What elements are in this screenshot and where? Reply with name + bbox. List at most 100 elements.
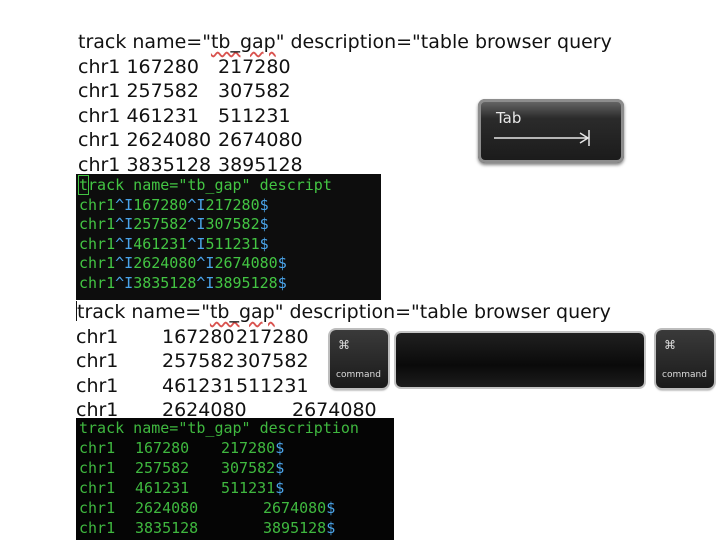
left-command-key: ⌘ command bbox=[330, 330, 388, 388]
tab-marker: ^I bbox=[196, 273, 215, 292]
end-cell: 307582 bbox=[205, 215, 260, 234]
end-cell: 217280 bbox=[236, 325, 309, 348]
tab-marker: ^I bbox=[196, 254, 215, 273]
end-cell: 307582 bbox=[218, 80, 291, 102]
eol-marker: $ bbox=[275, 479, 285, 497]
chr-cell: chr1 bbox=[79, 234, 116, 253]
start-cell: 3835128 bbox=[133, 273, 197, 292]
terminal-row: chr1 461231 511231 $ bbox=[79, 478, 394, 498]
eol-marker: $ bbox=[326, 499, 336, 517]
chr-cell: chr1 bbox=[79, 439, 116, 457]
eol-marker: $ bbox=[277, 273, 287, 292]
chr-cell: chr1 bbox=[78, 104, 121, 127]
command-symbol-icon: ⌘ bbox=[338, 338, 350, 352]
space-bar-key bbox=[396, 333, 644, 387]
chr-cell: chr1 bbox=[78, 80, 121, 102]
keyboard-image: ⌘ command ⌘ command bbox=[326, 330, 718, 392]
start-cell: 2624080 bbox=[126, 129, 212, 151]
chr-cell: chr1 bbox=[76, 350, 119, 372]
chr-cell: chr1 bbox=[79, 254, 116, 273]
vim-row: chr1^I3835128^I3895128$ bbox=[79, 274, 381, 294]
start-cell: 257582 bbox=[133, 215, 188, 234]
track-header-part1: track name=" bbox=[78, 31, 211, 53]
track-header-part2: " description="table browser query bbox=[274, 301, 611, 323]
chr-cell: chr1 bbox=[78, 55, 121, 78]
terminal-header-line: track name="tb_gap" description bbox=[79, 419, 359, 437]
track-header-line: track name="tb_gap" description="table b… bbox=[76, 300, 611, 325]
vim-cursor: t bbox=[77, 175, 90, 195]
command-symbol-icon: ⌘ bbox=[664, 338, 676, 352]
vim-row: chr1^I461231^I511231$ bbox=[79, 235, 381, 255]
tab-marker: ^I bbox=[115, 195, 134, 214]
tab-key-image: Tab bbox=[472, 96, 632, 169]
start-cell: 461231 bbox=[162, 374, 235, 397]
chr-cell: chr1 bbox=[79, 519, 116, 537]
tab-keycap: Tab bbox=[478, 99, 624, 163]
chr-cell: chr1 bbox=[79, 459, 116, 477]
chr-cell: chr1 bbox=[79, 499, 116, 517]
terminal-row: chr1 167280 217280 $ bbox=[79, 438, 394, 458]
chr-cell: chr1 bbox=[79, 479, 116, 497]
start-cell: 3835128 bbox=[135, 519, 199, 537]
end-cell: 307582 bbox=[236, 350, 309, 372]
tab-marker: ^I bbox=[187, 195, 206, 214]
eol-marker: $ bbox=[259, 195, 269, 214]
end-cell: 2674080 bbox=[263, 499, 327, 517]
end-cell: 2674080 bbox=[214, 254, 278, 273]
eol-marker: $ bbox=[326, 519, 336, 537]
start-cell: 461231 bbox=[135, 479, 190, 497]
right-command-key: ⌘ command bbox=[656, 330, 714, 388]
eol-marker: $ bbox=[275, 459, 285, 477]
start-cell: 167280 bbox=[126, 55, 199, 78]
chr-cell: chr1 bbox=[79, 273, 116, 292]
end-cell: 307582 bbox=[221, 459, 276, 477]
vim-terminal-block: track name="tb_gap" descript chr1^I16728… bbox=[76, 174, 381, 300]
vim-row: chr1^I2624080^I2674080$ bbox=[79, 254, 381, 274]
tab-arrow-icon bbox=[494, 130, 590, 146]
start-cell: 257582 bbox=[135, 459, 190, 477]
eol-marker: $ bbox=[259, 234, 269, 253]
tab-marker: ^I bbox=[115, 273, 134, 292]
eol-marker: $ bbox=[277, 254, 287, 273]
chr-cell: chr1 bbox=[76, 325, 119, 348]
end-cell: 511231 bbox=[236, 374, 309, 397]
terminal-row: chr1 2624080 2674080 $ bbox=[79, 498, 394, 518]
terminal-row: chr1 3835128 3895128 $ bbox=[79, 518, 394, 538]
tab-marker: ^I bbox=[187, 234, 206, 253]
start-cell: 167280 bbox=[135, 439, 190, 457]
vim-header-line: track name="tb_gap" descript bbox=[77, 175, 381, 196]
start-cell: 2624080 bbox=[135, 499, 199, 517]
chr-cell: chr1 bbox=[78, 153, 121, 176]
end-cell: 511231 bbox=[218, 104, 291, 127]
track-header-part1: track name=" bbox=[77, 301, 210, 323]
end-cell: 3895128 bbox=[263, 519, 327, 537]
chr-cell: chr1 bbox=[76, 374, 119, 397]
tab-marker: ^I bbox=[115, 254, 134, 273]
terminal-row: chr1 257582 307582 $ bbox=[79, 458, 394, 478]
end-cell: 217280 bbox=[221, 439, 276, 457]
vim-row: chr1^I257582^I307582$ bbox=[79, 215, 381, 235]
tab-marker: ^I bbox=[115, 215, 134, 234]
start-cell: 2624080 bbox=[133, 254, 197, 273]
track-header-line: track name="tb_gap" description="table b… bbox=[78, 30, 612, 55]
chr-cell: chr1 bbox=[78, 129, 121, 151]
end-cell: 217280 bbox=[218, 55, 291, 78]
end-cell: 511231 bbox=[221, 479, 276, 497]
track-header-part2: " description="table browser query bbox=[275, 31, 612, 53]
command-key-label: command bbox=[662, 370, 707, 380]
start-cell: 461231 bbox=[133, 234, 188, 253]
eol-marker: $ bbox=[275, 439, 285, 457]
end-cell: 2674080 bbox=[218, 129, 303, 151]
start-cell: 167280 bbox=[133, 195, 188, 214]
start-cell: 167280 bbox=[162, 325, 235, 348]
start-cell: 3835128 bbox=[126, 153, 212, 176]
vim-row: chr1^I167280^I217280$ bbox=[79, 196, 381, 216]
track-name-value: tb_gap bbox=[210, 31, 276, 53]
tab-marker: ^I bbox=[187, 215, 206, 234]
end-cell: 3895128 bbox=[214, 273, 278, 292]
end-cell: 217280 bbox=[205, 195, 260, 214]
start-cell: 257582 bbox=[162, 350, 235, 372]
track-name-value: tb_gap bbox=[209, 301, 275, 323]
terminal-output-block: track name="tb_gap" description chr1 1672… bbox=[76, 418, 394, 540]
vim-header-rest: rack name="tb_gap" descript bbox=[88, 176, 332, 194]
